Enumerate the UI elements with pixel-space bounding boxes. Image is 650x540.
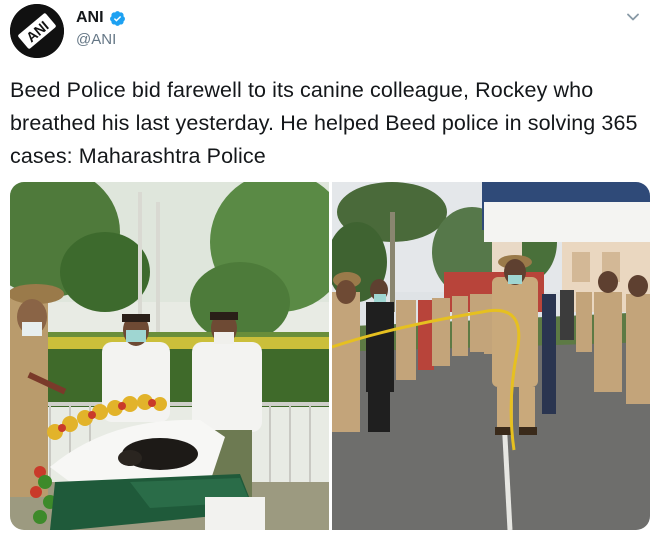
verified-badge-icon [109,10,125,26]
photo-farewell[interactable] [10,182,329,530]
author-display-name[interactable]: ANI [76,9,104,27]
author-name-row: ANI [76,9,126,27]
tweet-media [10,182,650,530]
avatar[interactable]: ANI [10,4,64,58]
ani-logo-icon: ANI [10,4,64,58]
author-handle[interactable]: @ANI [76,31,116,48]
photo-farewell-image [10,182,329,530]
photo-police-lineup[interactable] [332,182,650,530]
chevron-down-icon[interactable] [626,10,640,24]
tweet-text: Beed Police bid farewell to its canine c… [10,78,638,168]
photo-police-lineup-image [332,182,650,530]
